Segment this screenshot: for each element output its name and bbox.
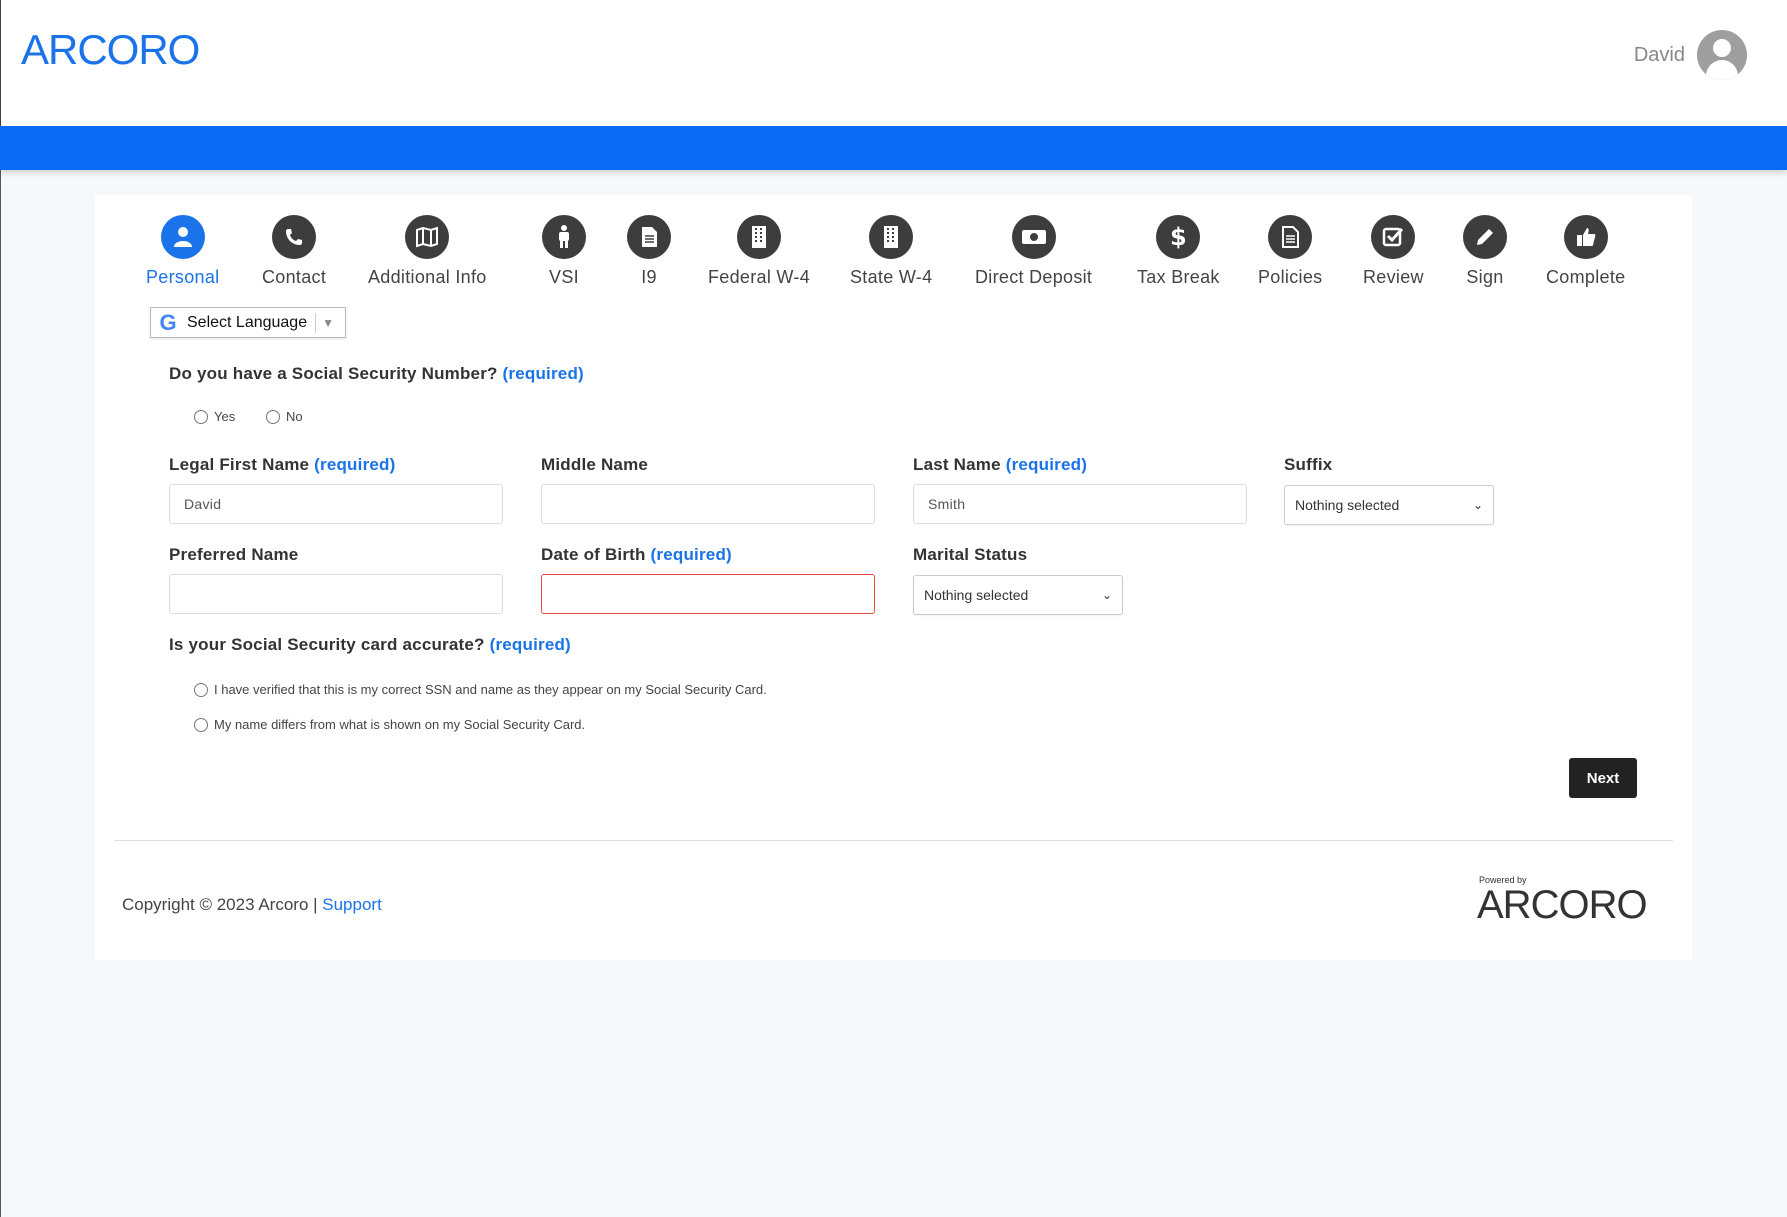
- step-label: Policies: [1258, 267, 1323, 287]
- arcoro-logo[interactable]: ARCORO: [21, 26, 200, 74]
- step-label: Contact: [262, 267, 327, 287]
- step-sign[interactable]: Sign: [1463, 215, 1507, 288]
- dropdown-arrow-icon: ▼: [322, 315, 334, 330]
- step-label: Review: [1363, 267, 1424, 287]
- document-icon: [1268, 215, 1313, 259]
- next-button[interactable]: Next: [1569, 758, 1637, 798]
- step-tax-break[interactable]: $ Tax Break: [1137, 215, 1220, 288]
- required-tag: (required): [502, 364, 584, 383]
- thumbs-up-icon: [1563, 215, 1608, 259]
- ssn-yes-radio[interactable]: Yes: [194, 409, 235, 424]
- powered-by-logo: Powered by ARCORO: [1477, 875, 1648, 927]
- step-direct-deposit[interactable]: Direct Deposit: [975, 215, 1092, 288]
- pencil-icon: [1463, 215, 1507, 259]
- document-icon: [627, 215, 671, 259]
- phone-icon: [272, 215, 317, 259]
- step-label: VSI: [549, 267, 579, 287]
- person-icon: [542, 215, 586, 259]
- footer-divider: [114, 840, 1673, 841]
- last-name-label: Last Name (required): [913, 455, 1088, 474]
- step-review[interactable]: Review: [1363, 215, 1424, 288]
- language-label: Select Language: [187, 313, 308, 331]
- blue-banner: [0, 126, 1787, 170]
- user-name[interactable]: David: [1634, 44, 1685, 67]
- ssn-question: Do you have a Social Security Number? (r…: [169, 364, 584, 383]
- onboarding-card: Personal Contact Additional Info VSI I9: [95, 195, 1692, 960]
- support-link[interactable]: Support: [322, 895, 382, 914]
- checkbox-icon: [1371, 215, 1416, 259]
- suffix-label: Suffix: [1284, 455, 1333, 474]
- left-border: [0, 170, 1, 1217]
- step-label: Tax Break: [1137, 267, 1220, 287]
- step-label: Sign: [1466, 267, 1504, 287]
- step-label: I9: [641, 267, 657, 287]
- last-name-field[interactable]: Smith: [913, 484, 1247, 524]
- user-menu[interactable]: David: [1634, 30, 1747, 80]
- card-question: Is your Social Security card accurate? (…: [169, 635, 571, 654]
- chevron-down-icon: ⌄: [1101, 588, 1112, 602]
- step-label: Federal W-4: [708, 267, 811, 287]
- preferred-name-label: Preferred Name: [169, 545, 299, 564]
- copyright: Copyright © 2023 Arcoro | Support: [122, 895, 382, 914]
- radio-button[interactable]: [194, 682, 208, 697]
- step-label: Additional Info: [368, 267, 487, 287]
- first-name-field[interactable]: David: [169, 484, 503, 524]
- step-navigation: Personal Contact Additional Info VSI I9: [95, 215, 1692, 295]
- radio-button[interactable]: [194, 409, 208, 424]
- top-header: ARCORO David: [0, 0, 1787, 126]
- step-complete[interactable]: Complete: [1546, 215, 1625, 288]
- middle-name-field[interactable]: [541, 484, 875, 524]
- step-label: State W-4: [850, 267, 933, 287]
- dollar-icon: $: [1156, 215, 1201, 259]
- step-i9[interactable]: I9: [627, 215, 671, 288]
- dob-field[interactable]: [541, 574, 875, 614]
- radio-button[interactable]: [194, 717, 208, 732]
- step-policies[interactable]: Policies: [1258, 215, 1322, 288]
- card-differs-radio[interactable]: My name differs from what is shown on my…: [194, 717, 585, 732]
- radio-button[interactable]: [266, 409, 280, 424]
- money-icon: [1011, 215, 1056, 259]
- step-personal[interactable]: Personal: [146, 215, 219, 288]
- marital-status-label: Marital Status: [913, 545, 1028, 564]
- card-verified-radio[interactable]: I have verified that this is my correct …: [194, 682, 767, 697]
- chevron-down-icon: ⌄: [1472, 498, 1483, 512]
- building-icon: [869, 215, 914, 259]
- step-contact[interactable]: Contact: [262, 215, 326, 288]
- avatar-icon[interactable]: [1697, 30, 1747, 80]
- map-icon: [405, 215, 450, 259]
- step-label: Direct Deposit: [975, 267, 1093, 287]
- dob-label: Date of Birth (required): [541, 545, 732, 564]
- language-selector[interactable]: G Select Language ▼: [150, 307, 346, 338]
- marital-status-select[interactable]: Nothing selected ⌄: [913, 575, 1123, 615]
- first-name-label: Legal First Name (required): [169, 455, 396, 474]
- google-icon: G: [159, 309, 177, 335]
- step-state-w4[interactable]: State W-4: [850, 215, 932, 288]
- step-additional-info[interactable]: Additional Info: [368, 215, 487, 288]
- step-label: Complete: [1546, 267, 1626, 287]
- middle-name-label: Middle Name: [541, 455, 649, 474]
- step-label: Personal: [146, 267, 220, 287]
- suffix-select[interactable]: Nothing selected ⌄: [1284, 485, 1494, 525]
- preferred-name-field[interactable]: [169, 574, 503, 614]
- ssn-no-radio[interactable]: No: [266, 409, 303, 424]
- step-federal-w4[interactable]: Federal W-4: [708, 215, 810, 288]
- step-vsi[interactable]: VSI: [542, 215, 586, 288]
- user-icon: [160, 215, 205, 259]
- building-icon: [737, 215, 781, 259]
